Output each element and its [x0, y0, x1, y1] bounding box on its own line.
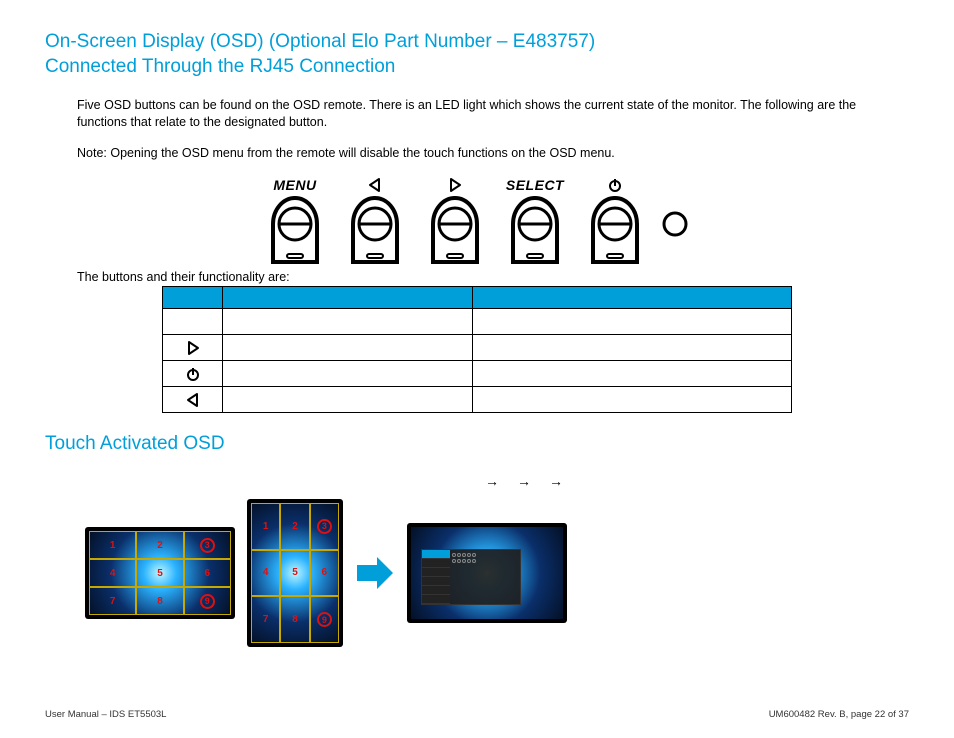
table-row — [163, 361, 792, 387]
grid-cell: 3 — [310, 503, 339, 550]
grid-cell: 7 — [89, 587, 136, 615]
table-row — [163, 387, 792, 413]
menu-label: MENU — [273, 176, 316, 194]
monitor-landscape-grid: 1 2 3 4 5 6 7 8 9 — [85, 527, 235, 619]
grid-cell: 8 — [280, 596, 309, 643]
grid-cell: 1 — [89, 531, 136, 559]
footer-right: UM600482 Rev. B, page 22 of 37 — [769, 709, 909, 720]
grid-cell: 6 — [310, 550, 339, 597]
triangle-right-icon — [163, 335, 223, 361]
touch-grid: 1 2 3 4 5 6 7 8 9 — [89, 531, 231, 615]
grid-cell: 5 — [136, 559, 183, 587]
monitor-osd-shown — [407, 523, 567, 623]
grid-cell: 2 — [136, 531, 183, 559]
arrow-right-icon: → — [485, 473, 499, 489]
osd-right-button — [420, 176, 490, 264]
osd-menu-panel — [421, 549, 521, 605]
big-arrow-icon — [355, 553, 395, 593]
heading-line2: Connected Through the RJ45 Connection — [45, 56, 395, 77]
osd-button-shape — [585, 194, 645, 264]
monitor-portrait-grid: 1 2 3 4 5 6 7 8 9 — [247, 499, 343, 647]
circled-9: 9 — [200, 594, 215, 609]
arrow-sequence: → → → — [485, 473, 909, 489]
section-heading: On-Screen Display (OSD) (Optional Elo Pa… — [45, 30, 909, 79]
grid-cell: 6 — [184, 559, 231, 587]
intro-paragraph: Five OSD buttons can be found on the OSD… — [77, 97, 909, 131]
page-footer: User Manual – IDS ET5503L UM600482 Rev. … — [45, 709, 909, 720]
triangle-left-icon — [368, 176, 382, 194]
section-heading-2: Touch Activated OSD — [45, 433, 909, 455]
heading-line1: On-Screen Display (OSD) (Optional Elo Pa… — [45, 31, 595, 52]
circled-3: 3 — [317, 519, 332, 534]
table-row — [163, 309, 792, 335]
triangle-right-icon — [448, 176, 462, 194]
osd-main-panel — [450, 550, 520, 604]
grid-cell: 4 — [251, 550, 280, 597]
grid-cell: 3 — [184, 531, 231, 559]
triangle-left-icon — [163, 387, 223, 413]
table-intro: The buttons and their functionality are: — [77, 270, 909, 284]
osd-button-row: MENU SELECT — [45, 176, 909, 264]
osd-button-shape — [265, 194, 325, 264]
osd-button-shape — [345, 194, 405, 264]
osd-select-button: SELECT — [500, 176, 570, 264]
touch-osd-illustration: 1 2 3 4 5 6 7 8 9 1 2 3 4 5 6 7 8 — [85, 499, 909, 647]
grid-cell: 2 — [280, 503, 309, 550]
table-header-row — [163, 287, 792, 309]
osd-menu-button: MENU — [260, 176, 330, 264]
osd-button-shape — [425, 194, 485, 264]
osd-button-shape — [505, 194, 565, 264]
osd-led-indicator — [660, 176, 694, 264]
arrow-right-icon: → — [517, 473, 531, 489]
circled-3: 3 — [200, 538, 215, 553]
grid-cell: 8 — [136, 587, 183, 615]
power-icon — [607, 176, 623, 194]
led-circle-icon — [662, 194, 692, 264]
circled-9: 9 — [317, 612, 332, 627]
osd-power-button — [580, 176, 650, 264]
footer-left: User Manual – IDS ET5503L — [45, 709, 166, 720]
osd-left-button — [340, 176, 410, 264]
note-paragraph: Note: Opening the OSD menu from the remo… — [77, 145, 909, 162]
touch-grid: 1 2 3 4 5 6 7 8 9 — [251, 503, 339, 643]
grid-cell: 1 — [251, 503, 280, 550]
grid-cell: 7 — [251, 596, 280, 643]
select-label: SELECT — [506, 176, 564, 194]
grid-cell: 9 — [184, 587, 231, 615]
grid-cell: 5 — [280, 550, 309, 597]
grid-cell: 4 — [89, 559, 136, 587]
power-icon — [163, 361, 223, 387]
table-row — [163, 335, 792, 361]
grid-cell: 9 — [310, 596, 339, 643]
osd-side-menu — [422, 550, 450, 604]
arrow-right-icon: → — [549, 473, 563, 489]
button-function-table — [162, 286, 792, 413]
